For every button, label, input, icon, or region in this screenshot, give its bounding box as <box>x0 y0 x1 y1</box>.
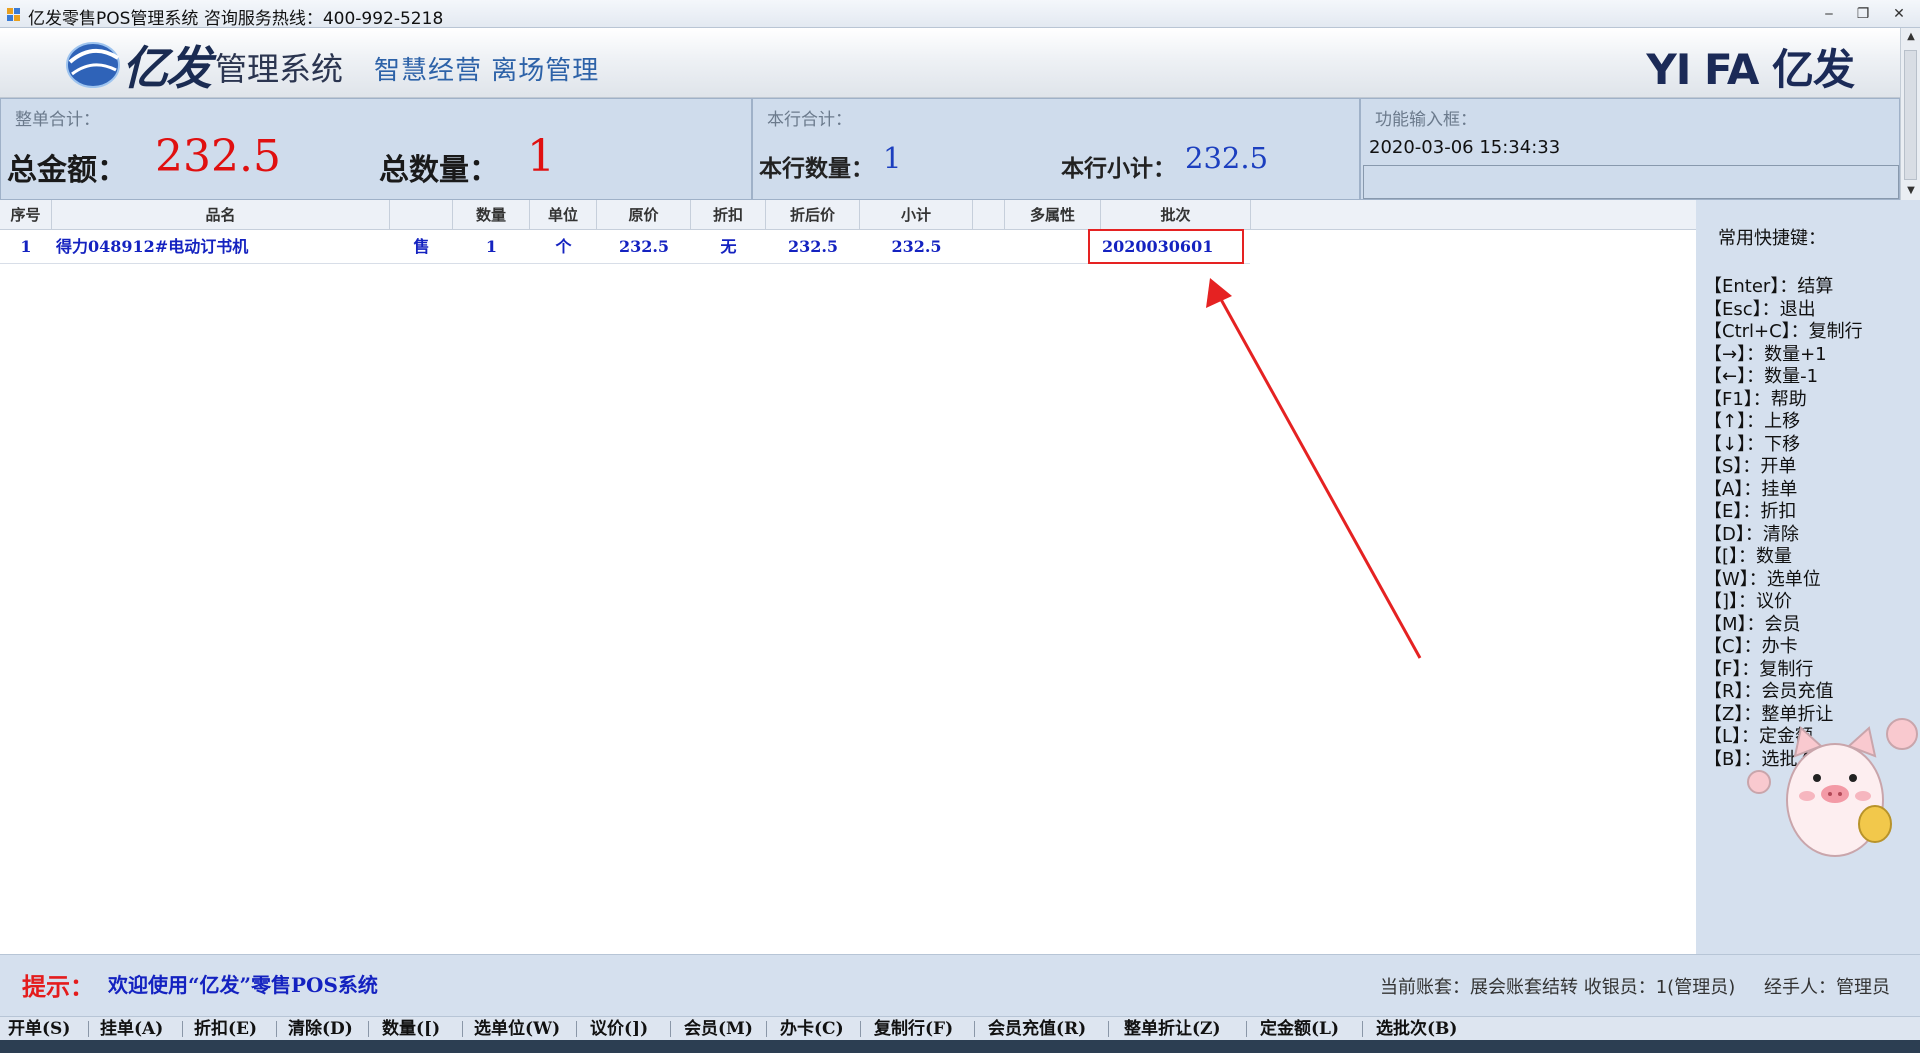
separator <box>670 1021 671 1037</box>
separator <box>974 1021 975 1037</box>
pig-mascot-icon <box>1747 718 1918 857</box>
separator <box>88 1021 89 1037</box>
column-header-seq[interactable]: 序号 <box>0 200 52 230</box>
operator-info: 经手人：管理员 <box>1764 977 1890 998</box>
brand-logo-right: YI FA 亿发 <box>1646 45 1855 94</box>
account-info: 当前账套：展会账套结转 收银员：1(管理员) <box>1380 977 1736 998</box>
current-datetime: 2020-03-06 15:34:33 <box>1369 137 1561 158</box>
issue-card-button[interactable]: 办卡(C) <box>780 1018 844 1040</box>
total-qty-label: 总数量： <box>379 153 499 188</box>
logo-subtitle: 管理系统 <box>215 50 344 88</box>
scroll-up-icon[interactable]: ▲ <box>1901 28 1920 46</box>
order-total-panel: 整单合计： 总金额： 232.5 总数量： 1 <box>0 98 752 200</box>
row-qty: 1 <box>485 237 498 256</box>
row-attrs <box>1005 230 1101 264</box>
discount-button[interactable]: 折扣(E) <box>194 1018 257 1040</box>
os-taskbar <box>0 1040 1920 1053</box>
fixed-amount-button[interactable]: 定金额(L) <box>1260 1018 1339 1040</box>
row-price: 232.5 <box>618 237 670 256</box>
separator <box>462 1021 463 1037</box>
app-icon <box>7 8 20 21</box>
restore-button[interactable]: ❐ <box>1848 4 1878 24</box>
order-total-title: 整单合计： <box>15 110 100 130</box>
column-header-discount[interactable]: 折扣 <box>691 200 766 230</box>
scroll-down-icon[interactable]: ▼ <box>1901 182 1920 200</box>
shortcut-title: 常用快捷键： <box>1718 228 1826 249</box>
separator <box>860 1021 861 1037</box>
slogan: 智慧经营 离场管理 <box>374 56 600 86</box>
column-header-name[interactable]: 品名 <box>52 200 390 230</box>
function-key-bar: 开单(S) 挂单(A) 折扣(E) 清除(D) 数量([) 选单位(W) 议价(… <box>0 1016 1920 1040</box>
column-header-subtotal[interactable]: 小计 <box>860 200 973 230</box>
total-qty-value: 1 <box>527 131 555 182</box>
hint-label: 提示： <box>22 972 94 1001</box>
row-qty-value: 1 <box>883 141 902 175</box>
pos-window: 亿发零售POS管理系统 咨询服务热线：400-992-5218 ‒ ❐ ✕ 亿发… <box>0 0 1920 1053</box>
minimize-button[interactable]: ‒ <box>1814 4 1844 24</box>
batch-highlight-box <box>1088 229 1244 264</box>
row-total-title: 本行合计： <box>767 110 852 130</box>
scroll-thumb[interactable] <box>1904 50 1917 180</box>
column-header-price[interactable]: 原价 <box>597 200 691 230</box>
status-bar: 提示： 欢迎使用“亿发”零售POS系统 当前账套：展会账套结转 收银员：1(管理… <box>0 954 1920 1016</box>
column-header-unit[interactable]: 单位 <box>530 200 597 230</box>
clear-button[interactable]: 清除(D) <box>288 1018 353 1040</box>
row-subtotal: 232.5 <box>891 237 942 256</box>
separator <box>1108 1021 1109 1037</box>
row-product-name: 得力048912#电动订书机 <box>56 237 249 256</box>
separator <box>576 1021 577 1037</box>
row-mode: 售 <box>413 237 430 256</box>
select-unit-button[interactable]: 选单位(W) <box>474 1018 560 1040</box>
quantity-button[interactable]: 数量([) <box>382 1018 440 1040</box>
column-header-blank[interactable] <box>973 200 1005 230</box>
hint-text: 欢迎使用“亿发”零售POS系统 <box>108 973 378 997</box>
grid-header: 序号 品名 数量 单位 原价 折扣 折后价 小计 多属性 批次 <box>0 200 1696 230</box>
negotiate-price-button[interactable]: 议价(]) <box>590 1018 648 1040</box>
open-order-button[interactable]: 开单(S) <box>8 1018 70 1040</box>
row-seq: 1 <box>20 237 32 256</box>
row-subtotal-value: 232.5 <box>1185 141 1269 175</box>
separator <box>1362 1021 1363 1037</box>
copy-row-button[interactable]: 复制行(F) <box>874 1018 953 1040</box>
member-recharge-button[interactable]: 会员充值(R) <box>988 1018 1086 1040</box>
select-batch-button[interactable]: 选批次(B) <box>1376 1018 1457 1040</box>
column-header-qty[interactable]: 数量 <box>453 200 530 230</box>
member-button[interactable]: 会员(M) <box>684 1018 753 1040</box>
separator <box>766 1021 767 1037</box>
row-subtotal-label: 本行小计： <box>1061 155 1176 182</box>
separator <box>276 1021 277 1037</box>
column-header-attrs[interactable]: 多属性 <box>1005 200 1101 230</box>
row-qty-label: 本行数量： <box>759 155 874 182</box>
close-button[interactable]: ✕ <box>1884 4 1914 24</box>
total-amount-label: 总金额： <box>7 153 127 188</box>
vertical-scrollbar[interactable]: ▲ ▼ <box>1900 28 1920 200</box>
title-bar: 亿发零售POS管理系统 咨询服务热线：400-992-5218 ‒ ❐ ✕ <box>0 0 1920 29</box>
function-input-field[interactable] <box>1363 165 1899 199</box>
column-header-batch[interactable]: 批次 <box>1101 200 1251 230</box>
window-title: 亿发零售POS管理系统 咨询服务热线：400-992-5218 <box>28 9 444 29</box>
hold-order-button[interactable]: 挂单(A) <box>100 1018 163 1040</box>
order-discount-button[interactable]: 整单折让(Z) <box>1124 1018 1221 1040</box>
row-total-panel: 本行合计： 本行数量： 1 本行小计： 232.5 <box>752 98 1360 200</box>
function-input-title: 功能输入框： <box>1375 110 1477 130</box>
sales-grid[interactable]: 序号 品名 数量 单位 原价 折扣 折后价 小计 多属性 批次 1 得力0489… <box>0 200 1696 954</box>
row-discount: 无 <box>720 237 737 256</box>
annotation-arrow-icon <box>1206 278 1422 659</box>
column-header-discounted-price[interactable]: 折后价 <box>766 200 860 230</box>
logo-globe-icon <box>66 42 120 88</box>
total-amount-value: 232.5 <box>155 131 281 182</box>
separator <box>368 1021 369 1037</box>
separator <box>1246 1021 1247 1037</box>
separator <box>182 1021 183 1037</box>
logo-name: 亿发 <box>122 41 212 95</box>
row-discounted-price: 232.5 <box>787 237 839 256</box>
header-banner: 亿发 管理系统 智慧经营 离场管理 YI FA 亿发 <box>0 28 1900 98</box>
column-header-mode[interactable] <box>390 200 453 230</box>
function-input-panel: 功能输入框： 2020-03-06 15:34:33 <box>1360 98 1900 200</box>
row-unit: 个 <box>555 237 572 256</box>
